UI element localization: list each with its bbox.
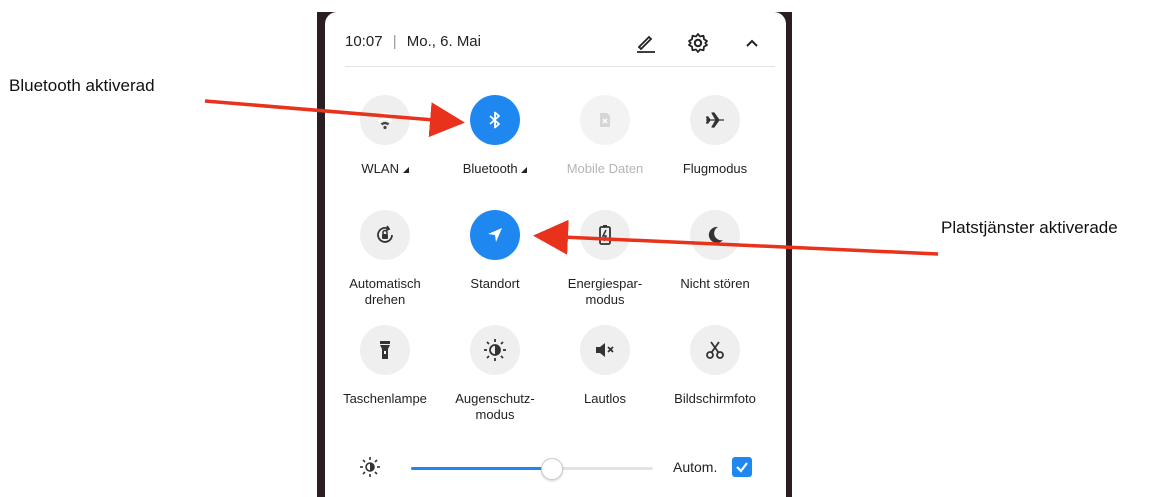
bluetooth-arrow [204, 99, 465, 138]
annotation-arrows [204, 99, 939, 256]
location-arrow [533, 219, 939, 256]
